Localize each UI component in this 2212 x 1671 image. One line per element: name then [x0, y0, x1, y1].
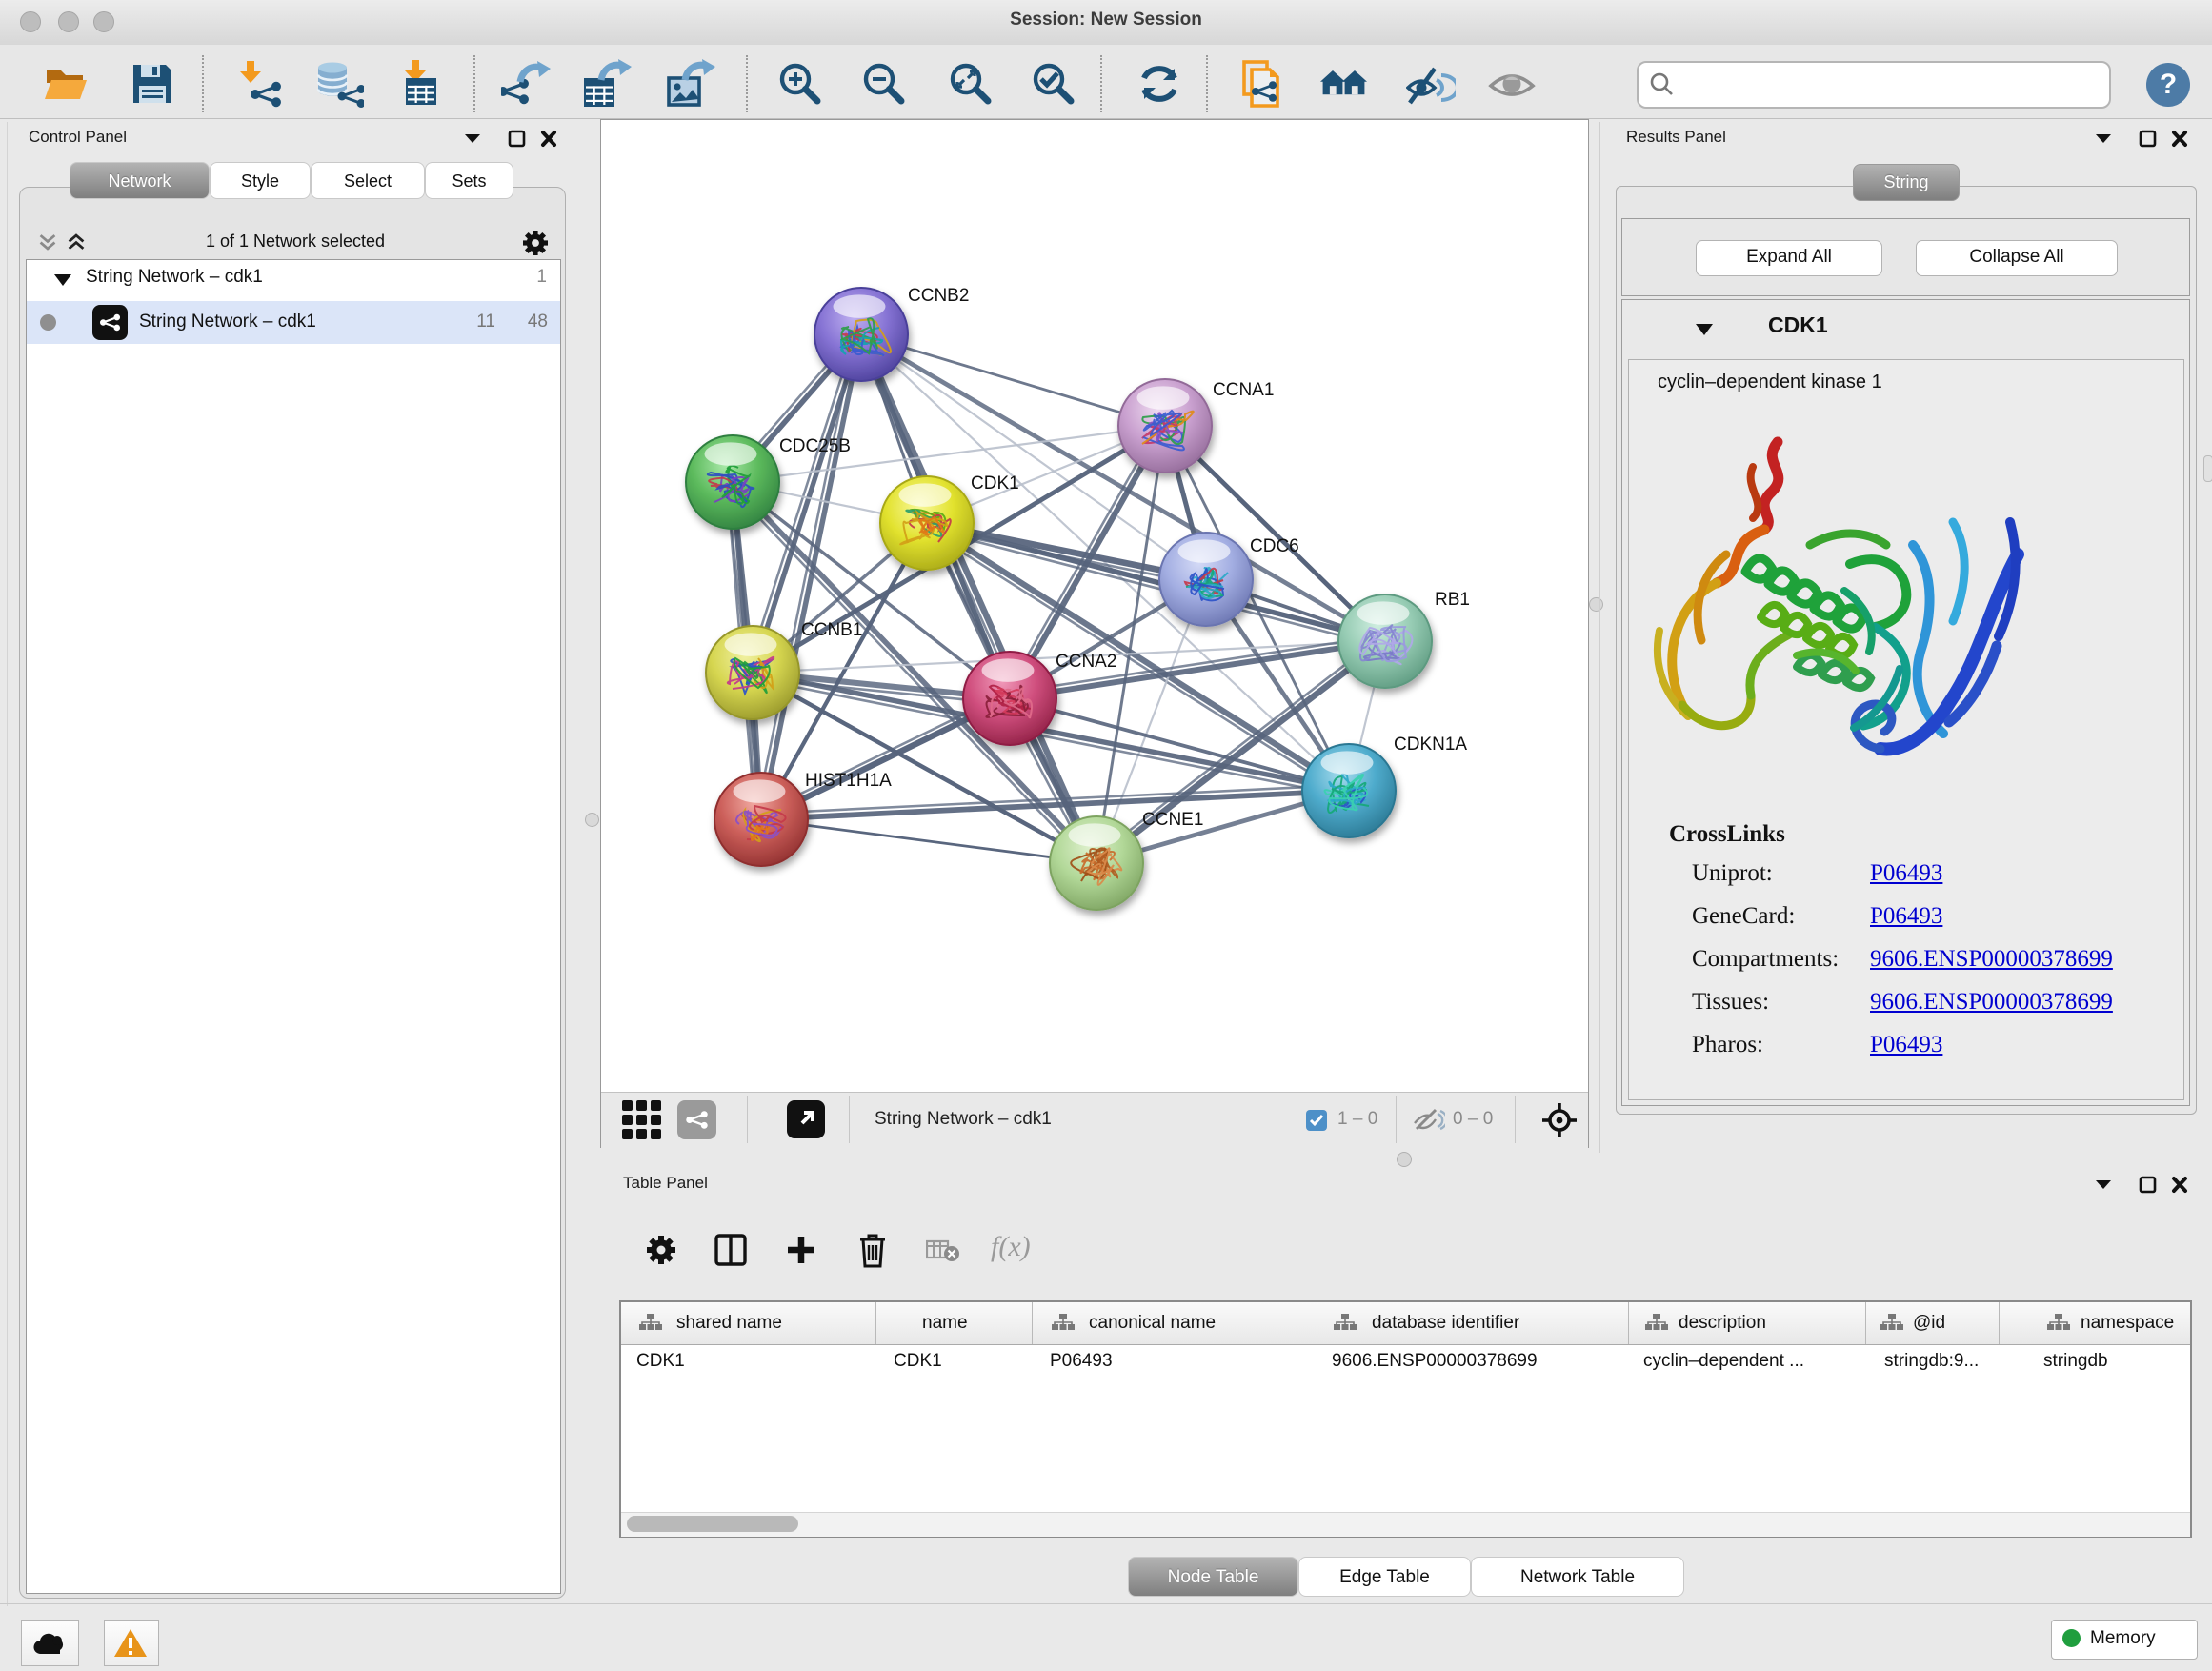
svg-text:CCNA2: CCNA2	[1056, 652, 1116, 672]
svg-text:CCNE1: CCNE1	[1142, 810, 1203, 830]
svg-text:CDK1: CDK1	[971, 473, 1019, 493]
svg-text:CDC6: CDC6	[1250, 536, 1299, 556]
svg-text:CCNA1: CCNA1	[1213, 380, 1274, 400]
svg-text:RB1: RB1	[1435, 590, 1470, 610]
svg-text:CCNB2: CCNB2	[908, 286, 969, 306]
svg-text:CDKN1A: CDKN1A	[1394, 735, 1467, 755]
svg-text:HIST1H1A: HIST1H1A	[805, 771, 892, 791]
svg-text:CDC25B: CDC25B	[779, 436, 851, 456]
svg-text:CCNB1: CCNB1	[801, 620, 862, 640]
